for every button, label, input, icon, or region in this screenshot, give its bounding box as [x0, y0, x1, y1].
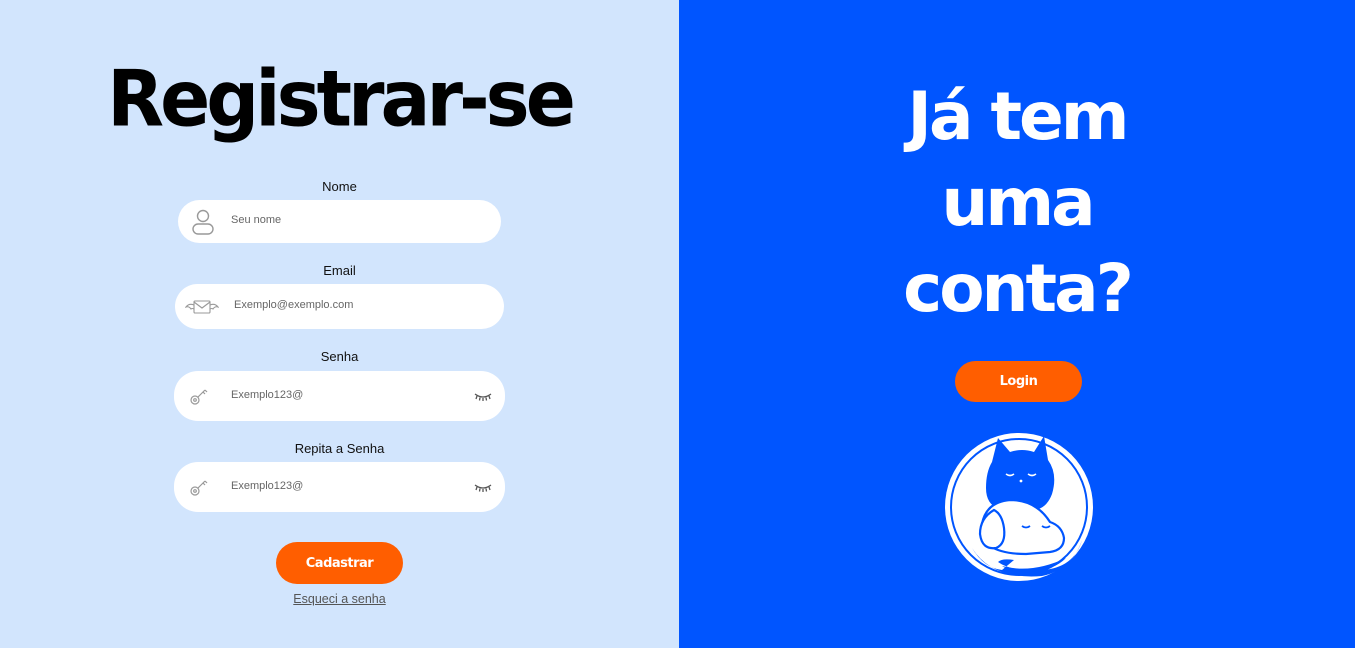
cat-dog-logo: [942, 430, 1096, 589]
password-label: Senha: [320, 349, 359, 364]
key-icon: [189, 386, 209, 406]
repeat-password-label: Repita a Senha: [294, 441, 385, 456]
name-input[interactable]: [231, 214, 481, 226]
envelope-icon: [185, 299, 219, 315]
login-prompt-title: Já tem uma conta?: [679, 74, 1355, 332]
repeat-password-field[interactable]: [174, 462, 505, 512]
name-label: Nome: [322, 179, 357, 194]
login-prompt-line: conta?: [903, 250, 1134, 327]
name-field[interactable]: [178, 200, 501, 243]
login-prompt-line: Já tem: [907, 78, 1129, 155]
eye-closed-icon[interactable]: [473, 391, 493, 401]
email-field[interactable]: [175, 284, 504, 329]
password-field[interactable]: [174, 371, 505, 421]
password-input[interactable]: [231, 389, 451, 401]
login-button[interactable]: Login: [955, 361, 1082, 402]
key-icon: [189, 477, 209, 497]
login-prompt-line: uma: [941, 164, 1095, 241]
repeat-password-input[interactable]: [231, 480, 451, 492]
user-icon: [192, 209, 214, 235]
email-input[interactable]: [234, 299, 484, 311]
eye-closed-icon[interactable]: [473, 482, 493, 492]
register-button[interactable]: Cadastrar: [276, 542, 403, 584]
email-label: Email: [323, 263, 356, 278]
forgot-password-link[interactable]: Esqueci a senha: [0, 592, 679, 606]
register-title: Registrar-se: [107, 53, 576, 145]
